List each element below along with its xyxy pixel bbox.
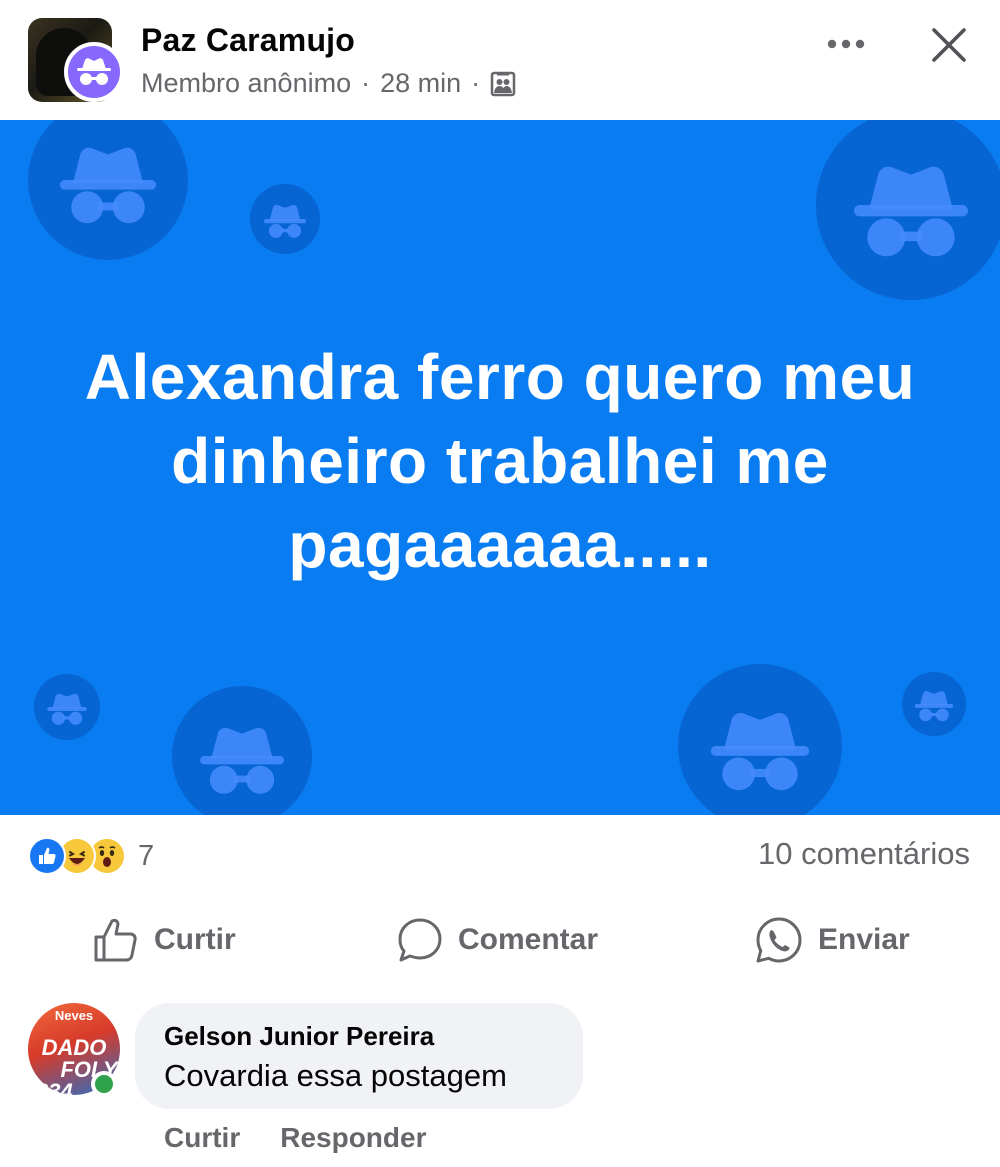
send-label: Enviar bbox=[818, 923, 910, 956]
comment-button[interactable]: Comentar bbox=[396, 905, 598, 975]
like-label: Curtir bbox=[154, 923, 236, 956]
close-button[interactable] bbox=[922, 18, 976, 72]
close-icon bbox=[932, 28, 966, 62]
whatsapp-icon bbox=[756, 917, 802, 963]
background-incognito-icon bbox=[816, 120, 1000, 300]
reactions-summary[interactable]: 7 bbox=[28, 836, 154, 876]
comments-count-link[interactable]: 10 comentários bbox=[758, 836, 970, 872]
avatar-text: Neves bbox=[54, 1008, 94, 1023]
post-action-bar: Curtir Comentar Enviar bbox=[0, 905, 1000, 975]
online-status-indicator bbox=[91, 1071, 117, 1097]
poster-role: Membro anônimo bbox=[141, 68, 352, 98]
meta-separator: · bbox=[361, 68, 371, 98]
comment-bubble[interactable]: Gelson Junior Pereira Covardia essa post… bbox=[135, 1003, 583, 1109]
comment-bubble-icon bbox=[398, 918, 442, 962]
more-options-button[interactable] bbox=[818, 22, 874, 66]
like-button[interactable]: Curtir bbox=[92, 905, 236, 975]
comment-actions: Curtir Responder bbox=[164, 1122, 426, 1154]
background-incognito-icon bbox=[902, 672, 966, 736]
comment-like-button[interactable]: Curtir bbox=[164, 1122, 240, 1154]
post-text: Alexandra ferro quero meu dinheiro traba… bbox=[84, 341, 916, 581]
post-header: Paz Caramujo Membro anônimo · 28 min · bbox=[0, 0, 1000, 120]
avatar-text: DADO bbox=[41, 1035, 107, 1060]
thumbs-up-icon bbox=[94, 918, 137, 962]
meta-separator: · bbox=[471, 68, 481, 98]
send-button[interactable]: Enviar bbox=[754, 905, 910, 975]
group-audience-icon bbox=[490, 71, 516, 97]
poster-name[interactable]: Paz Caramujo bbox=[141, 22, 355, 59]
background-incognito-icon bbox=[172, 686, 312, 815]
comment-reply-button[interactable]: Responder bbox=[280, 1122, 426, 1154]
post-content[interactable]: Alexandra ferro quero meu dinheiro traba… bbox=[0, 120, 1000, 815]
post-meta: Membro anônimo · 28 min · bbox=[141, 68, 516, 99]
comment-label: Comentar bbox=[458, 923, 599, 956]
incognito-icon bbox=[64, 42, 124, 102]
background-incognito-icon bbox=[250, 184, 320, 254]
reaction-count: 7 bbox=[138, 839, 155, 872]
like-reaction-icon bbox=[28, 837, 66, 875]
background-incognito-icon bbox=[28, 120, 188, 260]
background-incognito-icon bbox=[34, 674, 100, 740]
more-options-icon bbox=[827, 39, 865, 49]
comment-text: Covardia essa postagem bbox=[164, 1058, 507, 1093]
post-time[interactable]: 28 min bbox=[380, 68, 461, 99]
background-incognito-icon bbox=[678, 664, 842, 815]
comment-author[interactable]: Gelson Junior Pereira bbox=[164, 1021, 434, 1052]
